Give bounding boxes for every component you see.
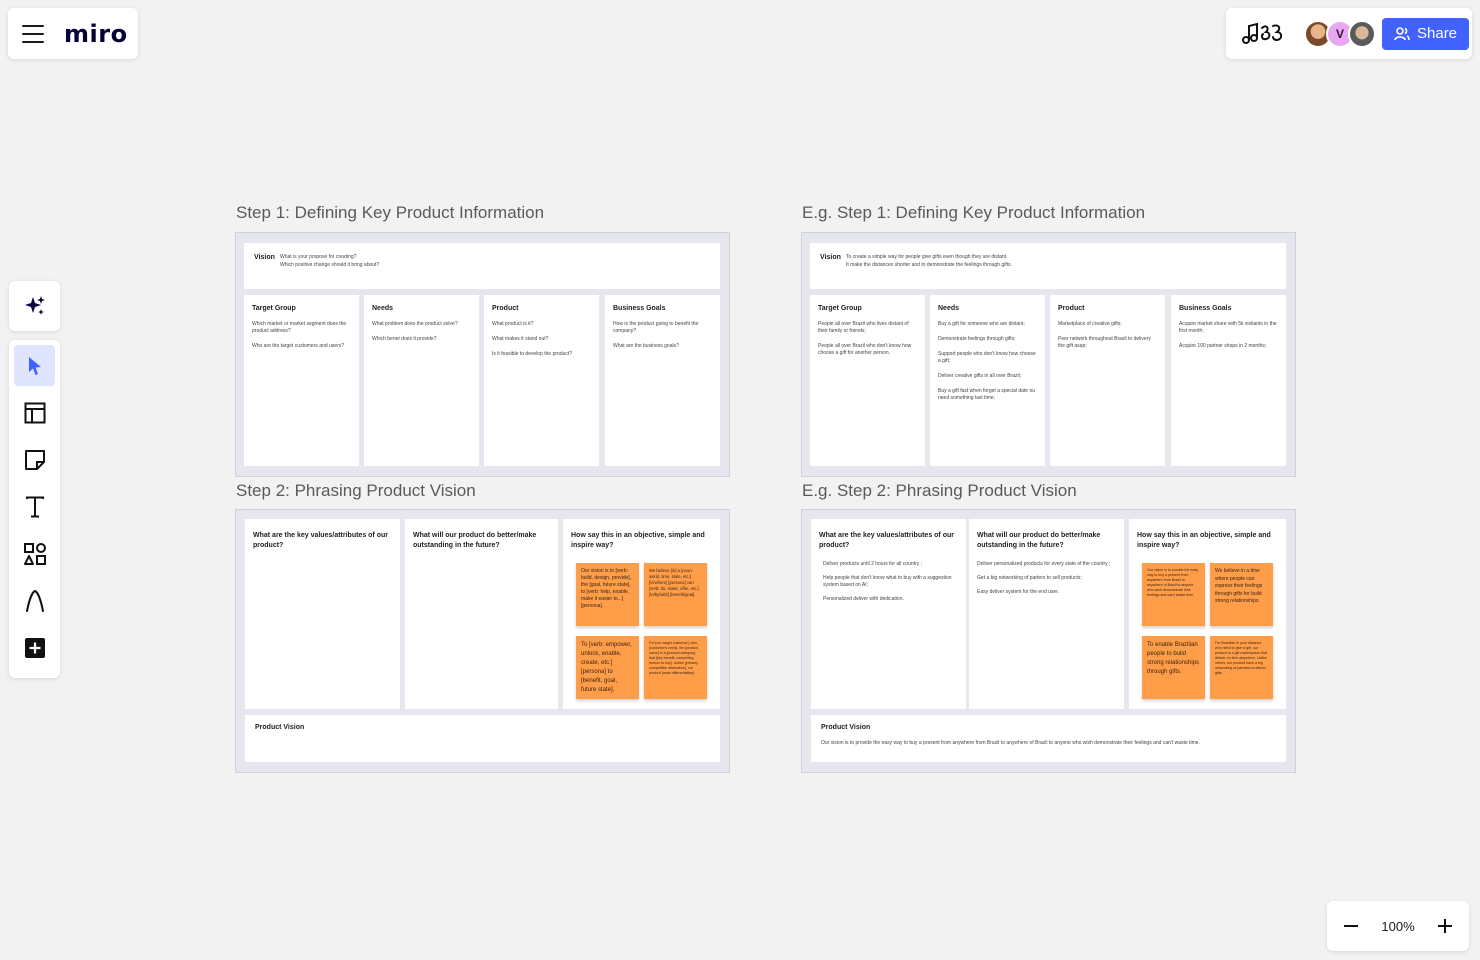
frame-title-example-step2: E.g. Step 2: Phrasing Product Vision	[802, 481, 1077, 500]
sticky-note[interactable]: To [verb: empower, unlock, enable, creat…	[576, 636, 639, 699]
answer-list: Deliver products until 2 hours for all c…	[823, 561, 952, 602]
users-icon	[1394, 26, 1410, 40]
shapes-tool[interactable]	[14, 533, 55, 574]
question-card-future[interactable]: What will our product do better/make out…	[969, 519, 1124, 709]
answer-list: Deliver personalized products for every …	[977, 561, 1111, 595]
minus-icon	[1344, 925, 1358, 927]
product-vision-card[interactable]: Product Vision Our vision is to provide …	[811, 715, 1286, 762]
vision-text: What is your propose for creating? Which…	[280, 254, 380, 268]
reactions-icon[interactable]	[1240, 19, 1286, 49]
frame-example-step1[interactable]: Vision To create a simple way for people…	[801, 232, 1296, 477]
share-button[interactable]: Share	[1382, 17, 1470, 50]
plus-square-icon	[24, 637, 45, 658]
shapes-icon	[23, 542, 46, 565]
sticky-note-tool[interactable]	[14, 439, 55, 480]
text-icon	[25, 496, 44, 517]
question-card-future[interactable]: What will our product do better/make out…	[405, 519, 558, 709]
sticky-note[interactable]: For [our target customer], who [customer…	[644, 636, 707, 699]
column-card-product[interactable]: Product What product is it? What makes i…	[484, 295, 599, 466]
logo-panel: miro	[8, 8, 138, 59]
frame-example-step2[interactable]: What are the key values/attributes of ou…	[801, 509, 1296, 773]
cursor-icon	[28, 356, 41, 375]
frame-step2[interactable]: What are the key values/attributes of ou…	[235, 509, 730, 773]
hamburger-icon[interactable]	[22, 24, 44, 43]
pen-icon	[25, 589, 44, 612]
pen-tool[interactable]	[14, 580, 55, 621]
frame-title-step1: Step 1: Defining Key Product Information	[236, 203, 545, 222]
templates-tool[interactable]	[14, 392, 55, 433]
sticky-note[interactable]: Our vision is to provide the easy way to…	[1142, 563, 1205, 626]
column-card-business-goals[interactable]: Business Goals Acquire market share with…	[1171, 295, 1286, 466]
layout-icon	[24, 402, 45, 423]
sticky-note[interactable]: We believe in a time where people can ex…	[1210, 563, 1273, 626]
vision-label: Vision	[254, 254, 275, 261]
plus-icon	[1438, 919, 1452, 933]
zoom-level[interactable]: 100%	[1381, 919, 1414, 934]
sticky-note[interactable]: Our vision is to [verb: build, design, p…	[576, 563, 639, 626]
avatar-group: V	[1304, 19, 1376, 48]
vision-card[interactable]: Vision To create a simple way for people…	[810, 243, 1286, 289]
column-card-target-group[interactable]: Target Group Which market or market segm…	[244, 295, 359, 466]
product-vision-card[interactable]: Product Vision	[245, 715, 720, 762]
zoom-in-button[interactable]	[1433, 914, 1457, 938]
sticky-note[interactable]: We believe [in] a [noun: world, time, st…	[644, 563, 707, 626]
sticky-note[interactable]: For Brazilian in your distance who need …	[1210, 636, 1273, 699]
column-card-business-goals[interactable]: Business Goals How is the product going …	[605, 295, 720, 466]
column-card-needs[interactable]: Needs What problem does the product solv…	[364, 295, 479, 466]
column-card-needs[interactable]: Needs Buy a gift for someone who are dis…	[930, 295, 1045, 466]
ai-assist-button[interactable]	[9, 281, 60, 331]
share-label: Share	[1417, 25, 1458, 42]
collab-panel: V Share	[1226, 8, 1472, 59]
frame-title-step2: Step 2: Phrasing Product Vision	[236, 481, 476, 500]
question-card-values[interactable]: What are the key values/attributes of ou…	[245, 519, 400, 709]
sticky-note[interactable]: To enable Brazilian people to build stro…	[1142, 636, 1205, 699]
frame-title-example-step1: E.g. Step 1: Defining Key Product Inform…	[802, 203, 1146, 222]
select-tool[interactable]	[14, 345, 55, 386]
text-tool[interactable]	[14, 486, 55, 527]
vision-text: To create a simple way for people give g…	[846, 254, 1012, 268]
question-card-values[interactable]: What are the key values/attributes of ou…	[811, 519, 966, 709]
more-tools-button[interactable]	[14, 627, 55, 668]
column-card-product[interactable]: Product Marketplace of creative gifts; P…	[1050, 295, 1165, 466]
zoom-out-button[interactable]	[1339, 914, 1363, 938]
left-toolbar	[9, 340, 60, 678]
zoom-panel: 100%	[1327, 901, 1469, 951]
avatar[interactable]	[1348, 19, 1376, 48]
frame-step1[interactable]: Vision What is your propose for creating…	[235, 232, 730, 477]
vision-card[interactable]: Vision What is your propose for creating…	[244, 243, 720, 289]
miro-logo[interactable]: miro	[64, 20, 128, 48]
sticky-note-icon	[24, 449, 45, 470]
sparkle-icon	[24, 296, 45, 315]
column-card-target-group[interactable]: Target Group People all over Brazil who …	[810, 295, 925, 466]
